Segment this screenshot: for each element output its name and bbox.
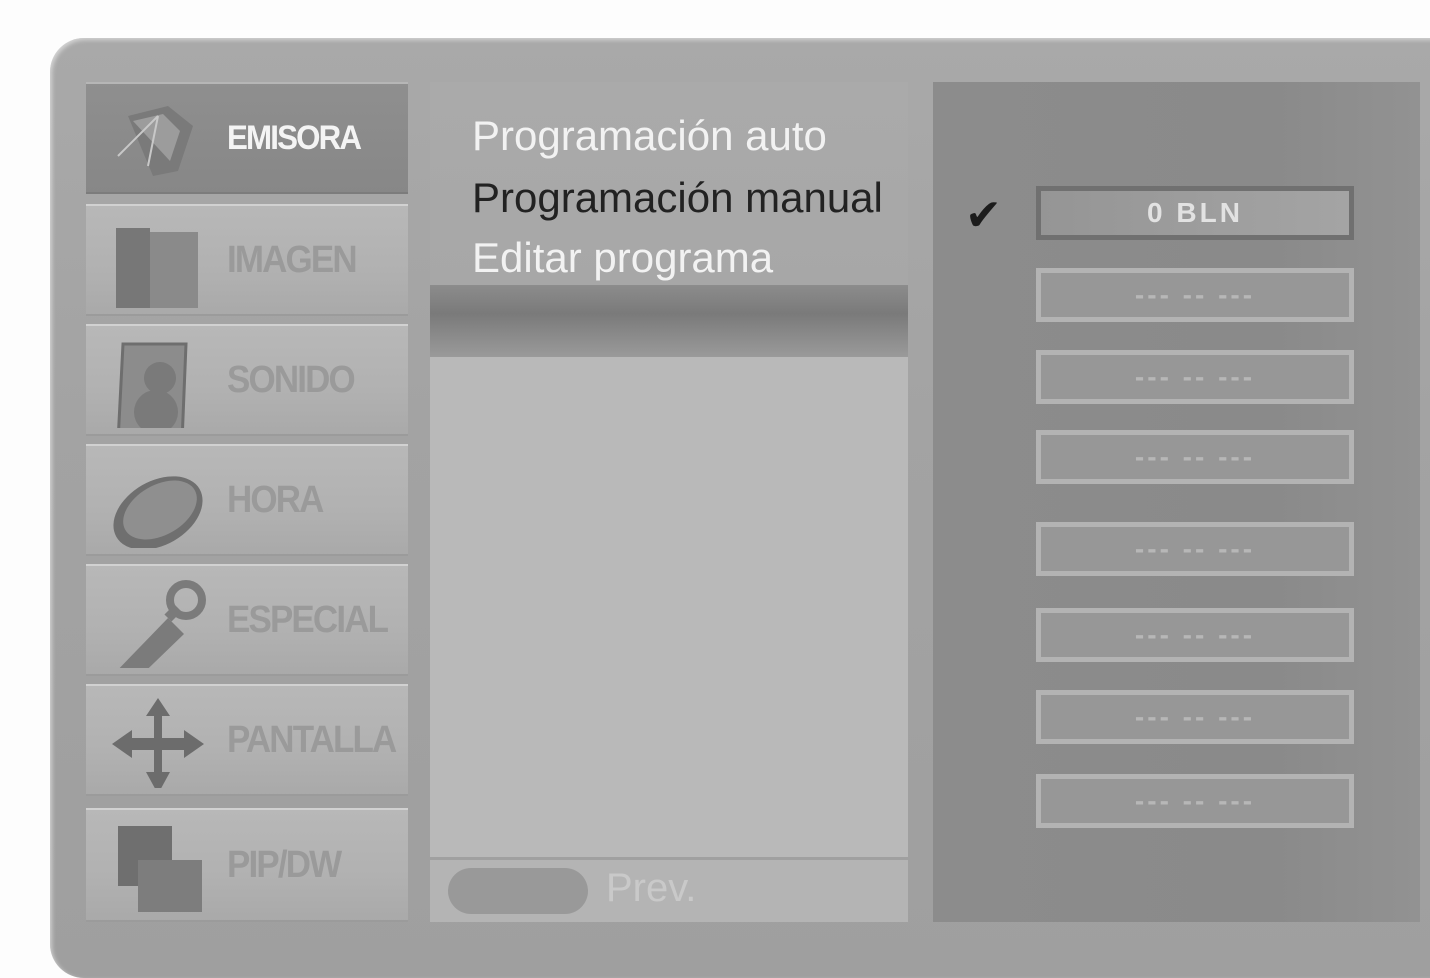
category-label: EMISORA bbox=[227, 118, 362, 157]
category-pantalla[interactable]: PANTALLA bbox=[86, 684, 408, 796]
program-slot[interactable]: --- -- --- bbox=[1036, 774, 1354, 828]
speaker-icon bbox=[117, 342, 188, 428]
preview-button[interactable] bbox=[448, 868, 588, 914]
category-especial[interactable]: ESPECIAL bbox=[86, 564, 408, 676]
category-imagen[interactable]: IMAGEN bbox=[86, 204, 408, 316]
submenu-item-programacion-auto[interactable]: Programación auto bbox=[472, 112, 827, 160]
category-pip-dw[interactable]: PIP/DW bbox=[86, 808, 408, 922]
pip-icon bbox=[118, 826, 202, 912]
category-sonido[interactable]: SONIDO bbox=[86, 324, 408, 436]
clock-icon bbox=[113, 476, 203, 548]
picture-icon bbox=[116, 228, 198, 308]
category-label: PIP/DW bbox=[227, 843, 342, 886]
program-slot[interactable]: --- -- --- bbox=[1036, 690, 1354, 744]
category-emisora[interactable]: EMISORA bbox=[86, 82, 408, 194]
category-label: PANTALLA bbox=[227, 718, 397, 761]
program-slot[interactable]: 0 BLN bbox=[1036, 186, 1354, 240]
category-label: HORA bbox=[227, 478, 324, 521]
program-slot[interactable]: --- -- --- bbox=[1036, 350, 1354, 404]
submenu-divider bbox=[430, 285, 908, 357]
preview-label: Prev. bbox=[606, 866, 697, 910]
program-slot[interactable]: --- -- --- bbox=[1036, 608, 1354, 662]
antenna-icon bbox=[117, 106, 193, 176]
program-slot[interactable]: --- -- --- bbox=[1036, 522, 1354, 576]
category-label: IMAGEN bbox=[227, 238, 358, 281]
category-label: ESPECIAL bbox=[227, 598, 389, 641]
submenu-item-programacion-manual[interactable]: Programación manual bbox=[472, 174, 883, 222]
program-slot[interactable]: --- -- --- bbox=[1036, 430, 1354, 484]
preview-bar: Prev. bbox=[430, 860, 908, 922]
program-slot[interactable]: --- -- --- bbox=[1036, 268, 1354, 322]
category-label: SONIDO bbox=[227, 358, 356, 401]
category-hora[interactable]: HORA bbox=[86, 444, 408, 556]
preview-area bbox=[430, 357, 908, 857]
check-icon: ✔ bbox=[965, 190, 1002, 241]
wrench-icon bbox=[119, 580, 206, 668]
submenu-item-editar-programa[interactable]: Editar programa bbox=[472, 234, 773, 282]
submenu-panel: Programación auto Programación manual Ed… bbox=[430, 82, 908, 285]
move-arrows-icon bbox=[112, 698, 204, 788]
